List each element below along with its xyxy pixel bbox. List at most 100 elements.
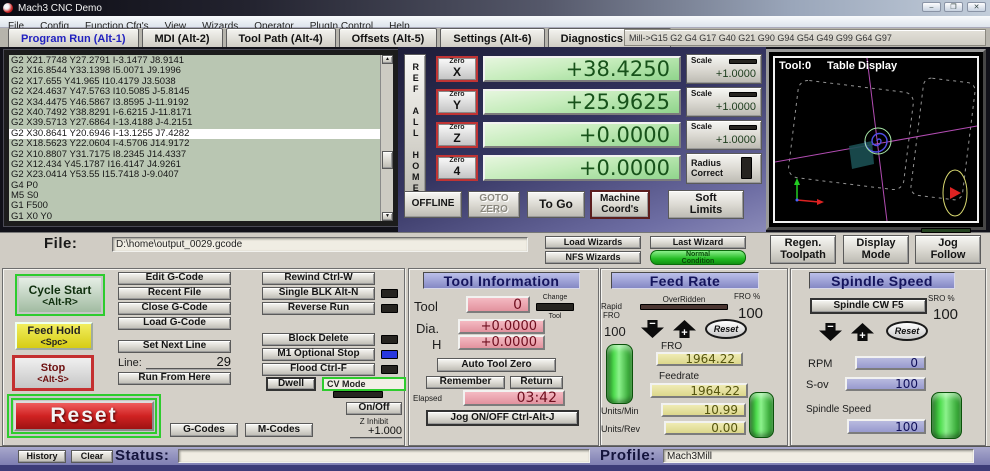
radius-correct-button[interactable]: Radius Correct bbox=[686, 153, 762, 184]
display-mode-button[interactable]: Display Mode bbox=[843, 235, 909, 264]
a-axis-dro[interactable]: +0.0000 bbox=[483, 155, 681, 181]
y-axis-dro[interactable]: +25.9625 bbox=[483, 89, 681, 115]
spindle-speed-slider[interactable] bbox=[931, 392, 962, 439]
single-blk-button[interactable]: Single BLK Alt-N bbox=[262, 287, 375, 300]
screen-tab[interactable]: Tool Path (Alt-4) bbox=[226, 28, 336, 49]
zero-4-button[interactable]: Zero 4 bbox=[436, 155, 478, 181]
spindle-cw-button[interactable]: Spindle CW F5 bbox=[810, 298, 927, 314]
screen-tab[interactable]: Offsets (Alt-5) bbox=[339, 28, 438, 49]
fro-dro[interactable]: 1964.22 bbox=[656, 352, 743, 366]
gcode-line[interactable]: G2 X23.0414 Y53.55 I15.7418 J-9.0407 bbox=[9, 170, 380, 180]
history-button[interactable]: History bbox=[18, 450, 66, 463]
stop-button[interactable]: Stop <Alt-S> bbox=[12, 355, 94, 391]
units-min-dro[interactable]: 10.99 bbox=[661, 403, 746, 417]
offline-button[interactable]: OFFLINE bbox=[404, 191, 462, 218]
rewind-button[interactable]: Rewind Ctrl-W bbox=[262, 272, 375, 285]
overridden-led bbox=[640, 304, 728, 310]
spindle-reset-button[interactable]: Reset bbox=[886, 321, 928, 341]
z-scale-box[interactable]: Scale +1.0000 bbox=[686, 120, 762, 150]
run-from-here-button[interactable]: Run From Here bbox=[118, 372, 231, 385]
m1-optional-stop-button[interactable]: M1 Optional Stop bbox=[262, 348, 375, 361]
remember-button[interactable]: Remember bbox=[426, 376, 505, 389]
m-codes-button[interactable]: M-Codes bbox=[245, 423, 313, 437]
x-scale-box[interactable]: Scale +1.0000 bbox=[686, 54, 762, 84]
jog-onoff-button[interactable]: Jog ON/OFF Ctrl-Alt-J bbox=[426, 410, 579, 426]
recent-file-button[interactable]: Recent File bbox=[118, 287, 231, 300]
z-inhibit-onoff-button[interactable]: On/Off bbox=[346, 402, 402, 415]
maximize-button[interactable]: ❐ bbox=[944, 2, 963, 12]
tool-height-dro[interactable]: +0.0000 bbox=[458, 335, 545, 350]
normal-condition-indicator[interactable]: Normal Condition bbox=[650, 250, 746, 265]
g-codes-button[interactable]: G-Codes bbox=[170, 423, 238, 437]
feed-hold-button[interactable]: Feed Hold <Spc> bbox=[15, 322, 93, 350]
screen-tab[interactable]: Settings (Alt-6) bbox=[440, 28, 544, 49]
elapsed-time-dro[interactable]: 03:42 bbox=[463, 390, 565, 406]
toolpath-display[interactable]: Tool:0 Table Display bbox=[773, 56, 979, 223]
block-delete-button[interactable]: Block Delete bbox=[262, 333, 375, 346]
x-axis-dro[interactable]: +38.4250 bbox=[483, 56, 681, 82]
zero-z-button[interactable]: Zero Z bbox=[436, 122, 478, 148]
status-field[interactable] bbox=[178, 449, 590, 463]
gcode-list[interactable]: G2 X21.7748 Y27.2791 I-3.1477 J8.9141G2 … bbox=[9, 55, 380, 221]
gcode-line[interactable]: G1 F500 bbox=[9, 201, 380, 211]
nfs-wizards-button[interactable]: NFS Wizards bbox=[545, 251, 641, 264]
goto-zero-button[interactable]: GOTO ZERO bbox=[468, 191, 520, 218]
reverse-run-button[interactable]: Reverse Run bbox=[262, 302, 375, 315]
gcode-line[interactable]: M5 S0 bbox=[9, 191, 380, 201]
fro-percent-label: FRO % bbox=[734, 292, 760, 301]
scroll-thumb[interactable] bbox=[382, 151, 393, 169]
soft-limits-button[interactable]: Soft Limits bbox=[668, 190, 744, 219]
feed-reset-button[interactable]: Reset bbox=[705, 319, 747, 339]
single-blk-led bbox=[381, 289, 398, 298]
gcode-line[interactable]: G1 X0 Y0 bbox=[9, 212, 380, 221]
minimize-button[interactable]: – bbox=[922, 2, 941, 12]
sov-dro[interactable]: 100 bbox=[845, 377, 926, 391]
zero-y-button[interactable]: Zero Y bbox=[436, 89, 478, 115]
scroll-up-arrow[interactable]: ▲ bbox=[382, 55, 393, 64]
set-next-line-button[interactable]: Set Next Line bbox=[118, 340, 231, 353]
close-button[interactable]: ✕ bbox=[967, 2, 986, 12]
scroll-down-arrow[interactable]: ▼ bbox=[382, 212, 393, 221]
gcode-scrollbar[interactable]: ▲ ▼ bbox=[380, 55, 393, 221]
tool-number-dro[interactable]: 0 bbox=[466, 296, 530, 313]
file-path-field[interactable]: D:\home\output_0029.gcode bbox=[112, 237, 528, 252]
reset-button[interactable]: Reset bbox=[14, 401, 154, 431]
cv-mode-indicator[interactable]: CV Mode bbox=[322, 377, 406, 391]
cycle-start-button[interactable]: Cycle Start <Alt-R> bbox=[15, 274, 105, 316]
return-button[interactable]: Return bbox=[510, 376, 563, 389]
clear-button[interactable]: Clear bbox=[71, 450, 113, 463]
close-gcode-button[interactable]: Close G-Code bbox=[118, 302, 231, 315]
feedrate-dro[interactable]: 1964.22 bbox=[650, 383, 748, 398]
flood-button[interactable]: Flood Ctrl-F bbox=[262, 363, 375, 376]
gcode-line[interactable]: G2 X24.4637 Y47.5763 I10.5085 J-5.8145 bbox=[9, 87, 380, 97]
rpm-dro[interactable]: 0 bbox=[855, 356, 926, 370]
jog-follow-button[interactable]: Jog Follow bbox=[915, 235, 981, 264]
to-go-button[interactable]: To Go bbox=[527, 191, 585, 218]
feedrate-slider[interactable] bbox=[749, 392, 774, 438]
z-inhibit-value-field[interactable]: +1.000 bbox=[350, 425, 402, 439]
tool-dia-dro[interactable]: +0.0000 bbox=[458, 319, 545, 334]
edit-gcode-button[interactable]: Edit G-Code bbox=[118, 272, 231, 285]
machine-coords-button[interactable]: Machine Coord's bbox=[590, 190, 650, 219]
zero-x-button[interactable]: Zero X bbox=[436, 56, 478, 82]
profile-field[interactable]: Mach3Mill bbox=[663, 449, 974, 463]
fro-slider[interactable] bbox=[606, 344, 633, 404]
load-wizards-button[interactable]: Load Wizards bbox=[545, 236, 641, 249]
gcode-line[interactable]: G4 P0 bbox=[9, 181, 380, 191]
line-number-field[interactable]: 29 bbox=[146, 355, 231, 370]
last-wizard-button[interactable]: Last Wizard bbox=[650, 236, 746, 249]
ref-all-home-button[interactable]: REF ALL HOME bbox=[404, 54, 426, 201]
auto-tool-zero-button[interactable]: Auto Tool Zero bbox=[437, 358, 556, 372]
scale-label: Scale bbox=[691, 90, 712, 98]
y-scale-box[interactable]: Scale +1.0000 bbox=[686, 87, 762, 117]
units-rev-dro[interactable]: 0.00 bbox=[664, 421, 746, 435]
dwell-button[interactable]: Dwell bbox=[266, 377, 316, 391]
gcode-line[interactable]: G2 X18.5623 Y22.0604 I-4.5706 J14.9172 bbox=[9, 139, 380, 149]
z-axis-dro[interactable]: +0.0000 bbox=[483, 122, 681, 148]
spindle-speed-dro[interactable]: 100 bbox=[847, 419, 926, 434]
screen-tab[interactable]: MDI (Alt-2) bbox=[142, 28, 223, 49]
screen-tab[interactable]: Program Run (Alt-1) bbox=[8, 28, 139, 49]
load-gcode-button[interactable]: Load G-Code bbox=[118, 317, 231, 330]
units-rev-label: Units/Rev bbox=[601, 424, 640, 434]
regen-toolpath-button[interactable]: Regen. Toolpath bbox=[770, 235, 836, 264]
